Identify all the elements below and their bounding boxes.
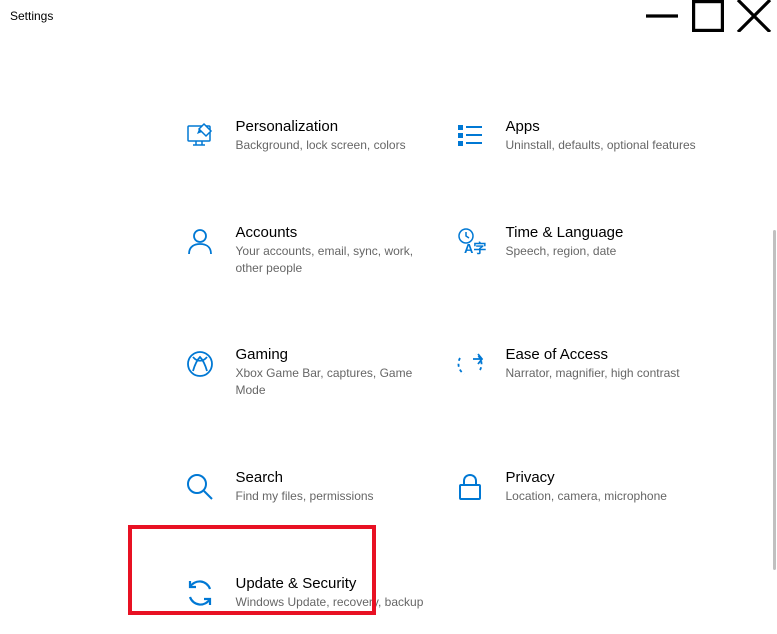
tile-ease-of-access[interactable]: Ease of Access Narrator, magnifier, high… [454,340,724,405]
tile-desc: Narrator, magnifier, high contrast [506,365,706,382]
maximize-button[interactable] [685,0,731,32]
tile-desc: Speech, region, date [506,243,706,260]
time-language-icon: A字 [454,226,486,258]
gaming-icon [184,348,216,380]
personalization-icon [184,120,216,152]
minimize-button[interactable] [639,0,685,32]
tile-title: Update & Security [236,575,436,592]
tile-title: Ease of Access [506,346,706,363]
titlebar: Settings [0,0,777,32]
content-area: Personalization Background, lock screen,… [0,32,777,617]
tile-desc: Find my files, permissions [236,488,436,505]
tile-apps[interactable]: Apps Uninstall, defaults, optional featu… [454,112,724,160]
ease-of-access-icon [454,348,486,380]
scrollbar[interactable] [773,230,776,570]
tile-desc: Location, camera, microphone [506,488,706,505]
window-title: Settings [10,9,53,23]
tile-gaming[interactable]: Gaming Xbox Game Bar, captures, Game Mod… [184,340,454,405]
settings-grid: Personalization Background, lock screen,… [184,112,724,617]
tile-desc: Xbox Game Bar, captures, Game Mode [236,365,436,399]
tile-desc: Background, lock screen, colors [236,137,436,154]
tile-search[interactable]: Search Find my files, permissions [184,463,454,511]
tile-title: Privacy [506,469,706,486]
tile-privacy[interactable]: Privacy Location, camera, microphone [454,463,724,511]
tile-title: Accounts [236,224,436,241]
tile-accounts[interactable]: Accounts Your accounts, email, sync, wor… [184,218,454,283]
privacy-icon [454,471,486,503]
maximize-icon [685,0,731,32]
accounts-icon [184,226,216,258]
close-icon [731,0,777,32]
apps-icon [454,120,486,152]
tile-desc: Uninstall, defaults, optional features [506,137,706,154]
svg-text:A字: A字 [464,241,486,256]
tile-update-security[interactable]: Update & Security Windows Update, recove… [184,569,454,617]
search-icon [184,471,216,503]
tile-title: Apps [506,118,706,135]
tile-title: Search [236,469,436,486]
update-security-icon [184,577,216,609]
tile-title: Personalization [236,118,436,135]
tile-title: Gaming [236,346,436,363]
tile-title: Time & Language [506,224,706,241]
tile-desc: Windows Update, recovery, backup [236,594,436,611]
window-controls [639,0,777,32]
tile-time-language[interactable]: A字 Time & Language Speech, region, date [454,218,724,283]
tile-personalization[interactable]: Personalization Background, lock screen,… [184,112,454,160]
tile-desc: Your accounts, email, sync, work, other … [236,243,436,277]
close-button[interactable] [731,0,777,32]
minimize-icon [639,0,685,32]
